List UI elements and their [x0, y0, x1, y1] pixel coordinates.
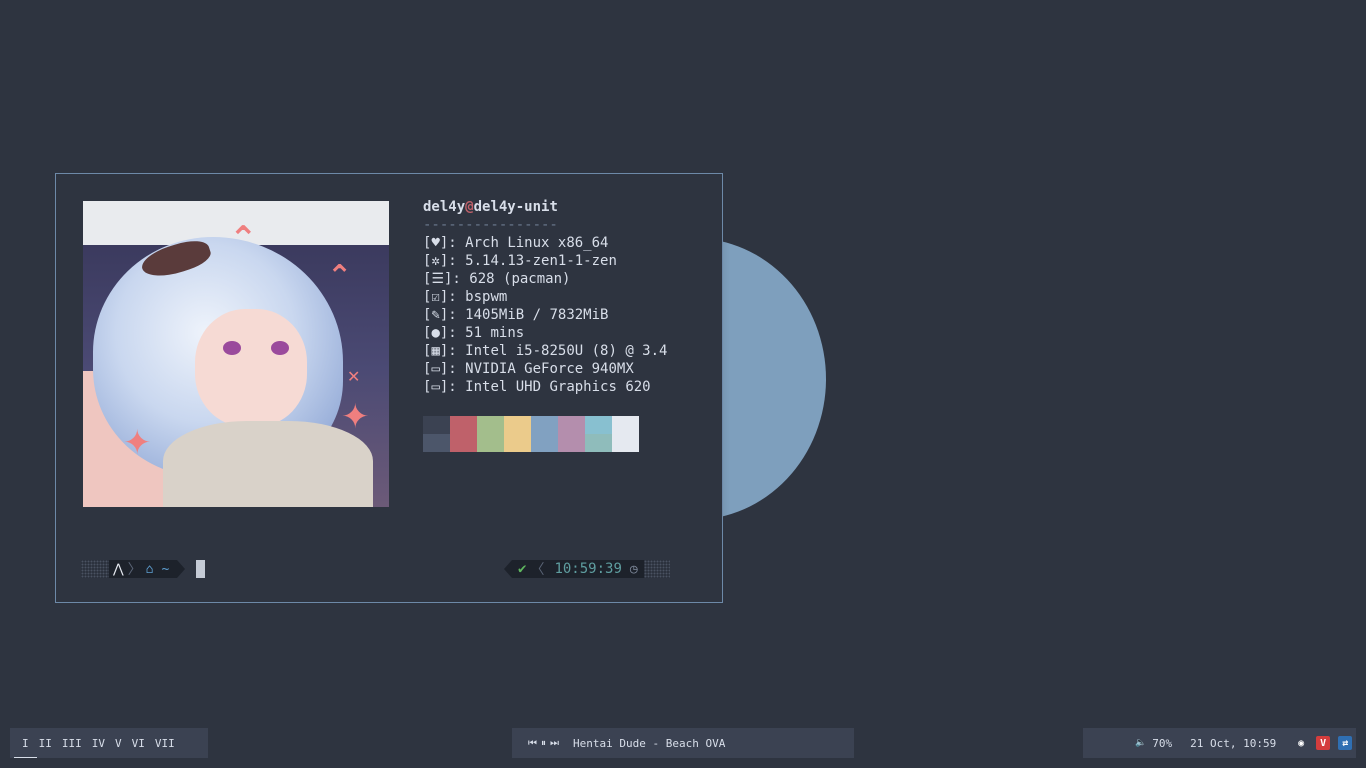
anime-ascii-art-image: ⌃ ⌃ ✦ ✦ ✕ — [83, 201, 389, 507]
info-value: 1405MiB / 7832MiB — [465, 307, 609, 323]
rprompt-segment: ✔ 〈 10:59:39 ◷ — [512, 560, 644, 578]
monitor-icon: ▭ — [431, 361, 440, 377]
text-cursor[interactable] — [196, 560, 206, 578]
system-tray: ◉ V ⇄ — [1294, 736, 1353, 750]
leaf-icon: ✎ — [431, 307, 440, 323]
workspace-5[interactable]: V — [115, 737, 122, 750]
info-value: 51 mins — [465, 325, 525, 341]
discord-icon[interactable]: ◉ — [1294, 736, 1309, 750]
arch-icon: ⋀ — [113, 561, 124, 577]
vivaldi-icon[interactable]: V — [1316, 736, 1331, 750]
color-palette — [423, 416, 639, 452]
workspace-2[interactable]: II — [39, 737, 52, 750]
now-playing-title: Hentai Dude - Beach OVA — [573, 736, 726, 750]
chevron-right-icon: 〉 — [127, 562, 142, 578]
color-swatch — [450, 416, 477, 452]
rprompt-head — [504, 560, 512, 578]
info-row: [●]: 51 mins — [423, 325, 525, 341]
volume-icon[interactable]: 🔈 — [1135, 738, 1146, 748]
color-swatch — [423, 416, 450, 452]
info-row: [✲]: 5.14.13-zen1-1-zen — [423, 253, 617, 269]
info-value: Intel UHD Graphics 620 — [465, 379, 651, 395]
home-icon: ⌂ — [145, 561, 154, 577]
color-swatch — [477, 416, 504, 452]
info-value: bspwm — [465, 289, 508, 305]
info-value: 5.14.13-zen1-1-zen — [465, 253, 617, 269]
workspace-4[interactable]: IV — [92, 737, 105, 750]
user-host-line: del4y@del4y-unit — [423, 198, 667, 216]
color-swatch — [504, 416, 531, 452]
separator-line: ---------------- — [423, 217, 558, 233]
prompt-segment-tail — [177, 560, 186, 578]
prompt-os-segment: ⋀ 〉 ⌂ ~ — [109, 560, 178, 578]
rprompt-dots — [643, 560, 670, 578]
info-value: Arch Linux x86_64 — [465, 235, 609, 251]
prompt-time: 10:59:39 — [554, 561, 622, 577]
chevron-left-icon: 〈 — [530, 562, 545, 578]
next-track-icon[interactable]: ⏭ — [550, 738, 559, 749]
info-value: Intel i5-8250U (8) @ 3.4 — [465, 343, 668, 359]
status-bar: 🔈 70% 21 Oct, 10:59 ◉ V ⇄ — [1083, 728, 1356, 758]
hostname: del4y-unit — [473, 199, 558, 215]
clock-icon: ◷ — [629, 561, 638, 577]
workspace-bar: I II III IV V VI VII — [10, 728, 208, 758]
info-row: [▭]: NVIDIA GeForce 940MX — [423, 361, 634, 377]
info-value: NVIDIA GeForce 940MX — [465, 361, 634, 377]
info-row: [✎]: 1405MiB / 7832MiB — [423, 307, 609, 323]
bulb-icon: ● — [431, 325, 440, 341]
color-swatch — [531, 416, 558, 452]
username: del4y — [423, 199, 466, 215]
window-check-icon: ☑ — [431, 289, 440, 305]
workspace-7[interactable]: VII — [155, 737, 175, 750]
info-row: [☑]: bspwm — [423, 289, 508, 305]
volume-level[interactable]: 70% — [1152, 737, 1172, 750]
media-bar: ⏮ ⏸ ⏭ Hentai Dude - Beach OVA — [512, 728, 854, 758]
terminal-window[interactable]: ⌃ ⌃ ✦ ✦ ✕ del4y@del4y-unit -------------… — [55, 173, 723, 603]
info-row: [☰]: 628 (pacman) — [423, 271, 571, 287]
info-value: 628 (pacman) — [469, 271, 571, 287]
check-icon: ✔ — [518, 561, 527, 577]
cpu-icon: ▦ — [431, 343, 440, 359]
info-row: [♥]: Arch Linux x86_64 — [423, 235, 609, 251]
prompt-dots — [81, 560, 109, 578]
heart-icon: ♥ — [431, 235, 440, 251]
date-time: 21 Oct, 10:59 — [1190, 736, 1277, 750]
info-row: [▦]: Intel i5-8250U (8) @ 3.4 — [423, 343, 668, 359]
previous-track-icon[interactable]: ⏮ — [528, 738, 537, 749]
current-directory: ~ — [161, 561, 170, 577]
info-rows: [♥]: Arch Linux x86_64 [✲]: 5.14.13-zen1-… — [423, 234, 667, 396]
gear-icon: ✲ — [431, 253, 440, 269]
shell-prompt[interactable]: ⋀ 〉 ⌂ ~ — [81, 560, 206, 578]
right-prompt: ✔ 〈 10:59:39 ◷ — [504, 560, 670, 578]
color-swatch — [558, 416, 585, 452]
system-info: del4y@del4y-unit ---------------- [♥]: A… — [423, 198, 667, 396]
workspace-6[interactable]: VI — [132, 737, 145, 750]
monitor-icon: ▭ — [431, 379, 440, 395]
color-swatch — [585, 416, 612, 452]
pause-icon[interactable]: ⏸ — [541, 738, 546, 749]
workspace-3[interactable]: III — [62, 737, 82, 750]
workspace-1[interactable]: I — [14, 737, 36, 758]
at-sign: @ — [465, 199, 474, 215]
color-swatch — [612, 416, 639, 452]
teamviewer-icon[interactable]: ⇄ — [1338, 736, 1353, 750]
info-row: [▭]: Intel UHD Graphics 620 — [423, 379, 651, 395]
database-icon: ☰ — [431, 271, 444, 287]
